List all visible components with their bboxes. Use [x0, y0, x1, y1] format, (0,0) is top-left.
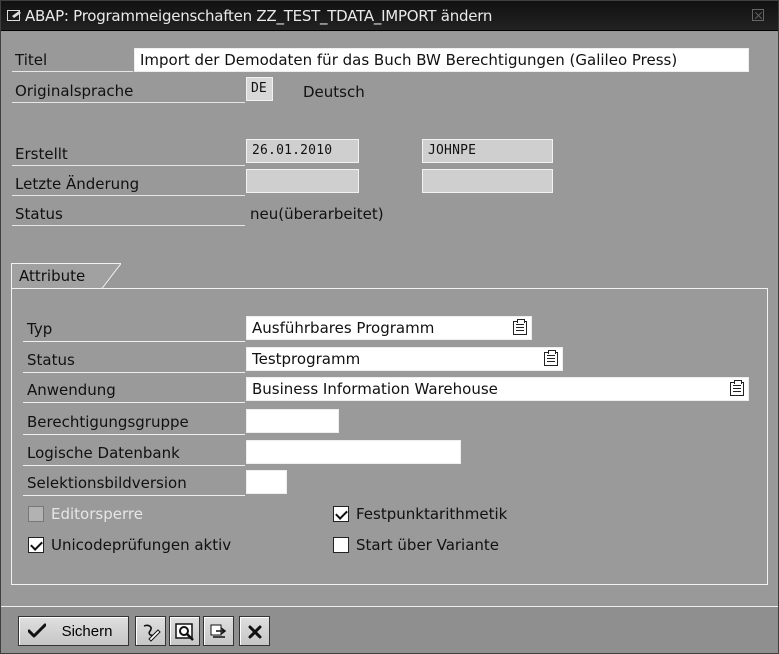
save-button[interactable]: Sichern [18, 616, 129, 646]
attributes-tab-label: Attribute [19, 267, 86, 285]
attributes-tab: Attribute [11, 263, 121, 289]
unicode-checks-checkbox[interactable] [28, 537, 44, 553]
logical-database-label: Logische Datenbank [23, 440, 245, 466]
application-value-help-icon[interactable] [730, 380, 744, 396]
authorization-group-field[interactable] [246, 409, 339, 433]
last-change-label: Letzte Änderung [12, 172, 245, 196]
attributes-group: Typ Ausführbares Programm Status Testpro… [11, 288, 768, 585]
created-user: JOHNPE [422, 139, 553, 163]
attribute-status-label: Status [23, 347, 245, 373]
program-title-label: Titel [12, 48, 133, 72]
transport-button[interactable] [203, 616, 234, 646]
display-button[interactable] [169, 616, 200, 646]
save-button-label: Sichern [61, 623, 113, 640]
editor-lock-label: Editorsperre [51, 505, 143, 523]
status-value: neu(überarbeitet) [250, 205, 384, 223]
start-variant-label: Start über Variante [356, 536, 500, 554]
unicode-checks-label: Unicodeprüfungen aktiv [51, 536, 232, 554]
edit-button[interactable] [135, 616, 166, 646]
type-field[interactable]: Ausführbares Programm [246, 316, 532, 340]
fixed-point-arithmetic-checkbox[interactable] [333, 506, 349, 522]
cancel-icon [248, 625, 262, 639]
save-check-icon [28, 623, 46, 638]
logical-database-field[interactable] [246, 440, 461, 464]
application-label: Anwendung [23, 377, 245, 403]
program-title-field[interactable]: Import der Demodaten für das Buch BW Ber… [134, 48, 749, 72]
transport-icon [210, 624, 227, 638]
original-language-code: DE [246, 77, 273, 101]
fixed-point-arithmetic-label: Festpunktarithmetik [356, 505, 508, 523]
created-label: Erstellt [12, 142, 245, 166]
authorization-group-label: Berechtigungsgruppe [23, 409, 245, 435]
original-language-label: Originalsprache [12, 79, 245, 103]
sap-program-properties-window: ABAP: Programmeigenschaften ZZ_TEST_TDAT… [0, 0, 779, 654]
main-content: Titel Import der Demodaten für das Buch … [1, 32, 778, 606]
edit-window-icon [7, 10, 21, 21]
bottom-toolbar: Sichern [1, 606, 778, 653]
start-variant-checkbox[interactable] [333, 537, 349, 553]
attribute-status-field[interactable]: Testprogramm [246, 347, 563, 371]
cancel-button[interactable] [239, 616, 270, 646]
selection-screen-version-label: Selektionsbildversion [23, 470, 245, 496]
status-value-help-icon[interactable] [544, 350, 558, 366]
type-value-help-icon[interactable] [513, 319, 527, 335]
pencil-edit-icon [143, 624, 161, 642]
close-icon[interactable] [752, 9, 764, 21]
application-field[interactable]: Business Information Warehouse [246, 377, 749, 401]
type-label: Typ [23, 316, 245, 342]
window-titlebar: ABAP: Programmeigenschaften ZZ_TEST_TDAT… [1, 1, 778, 31]
window-title: ABAP: Programmeigenschaften ZZ_TEST_TDAT… [25, 7, 493, 25]
last-change-date [246, 169, 359, 193]
status-label: Status [12, 202, 245, 226]
editor-lock-checkbox [28, 506, 44, 522]
selection-screen-version-field[interactable] [246, 470, 287, 494]
original-language-name: Deutsch [303, 83, 365, 101]
created-date: 26.01.2010 [246, 139, 359, 163]
magnifier-icon [175, 623, 194, 641]
last-change-user [422, 169, 553, 193]
